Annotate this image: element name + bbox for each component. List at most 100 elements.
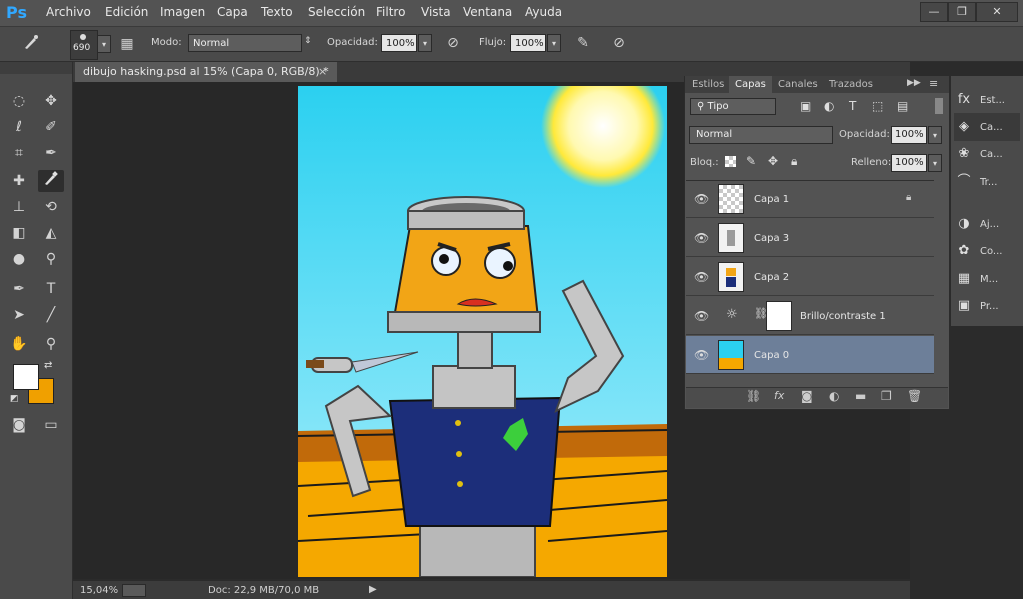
tools-panel-header[interactable] <box>0 62 72 74</box>
pen-tool-icon[interactable]: ✒ <box>6 278 32 300</box>
layer-opacity-dropdown[interactable]: ▾ <box>928 126 942 144</box>
marquee-tool-icon[interactable]: ◌ <box>6 90 32 112</box>
restore-button[interactable]: ❐ <box>948 2 976 22</box>
brush-tool-preset-icon[interactable] <box>20 33 42 55</box>
layer-name[interactable]: Capa 1 <box>754 194 789 205</box>
artwork-canvas[interactable] <box>298 86 667 577</box>
lasso-tool-icon[interactable]: ℓ <box>6 116 32 138</box>
menu-capa[interactable]: Capa <box>217 5 248 19</box>
move-tool-icon[interactable]: ✥ <box>38 90 64 112</box>
lock-image-icon[interactable]: ✎ <box>746 154 756 168</box>
layer-style-fx-icon[interactable]: fx <box>774 389 784 402</box>
dodge-tool-icon[interactable]: ⚲ <box>38 248 64 270</box>
menu-ayuda[interactable]: Ayuda <box>525 5 562 19</box>
fill-input[interactable]: 100% <box>891 154 927 172</box>
close-window-button[interactable]: ✕ <box>976 2 1018 22</box>
filter-toggle[interactable] <box>935 98 943 114</box>
dock-color[interactable]: ✿ Co... <box>954 237 1020 265</box>
layer-name[interactable]: Capa 0 <box>754 350 789 361</box>
tab-trazados[interactable]: Trazados <box>823 76 879 93</box>
menu-seleccion[interactable]: Selección <box>308 5 365 19</box>
pressure-size-icon[interactable]: ⊘ <box>608 32 630 54</box>
add-mask-icon[interactable]: ◙ <box>801 389 813 403</box>
panel-collapse-icon[interactable]: ▶▶ <box>907 78 921 88</box>
layer-name[interactable]: Capa 3 <box>754 233 789 244</box>
visibility-eye-icon[interactable]: 👁︎ <box>694 192 709 206</box>
dock-adjustments[interactable]: ◑ Aj... <box>954 210 1020 238</box>
visibility-eye-icon[interactable]: 👁︎ <box>694 348 709 362</box>
crop-tool-icon[interactable]: ⌗ <box>6 142 32 164</box>
document-tab[interactable]: dibujo hasking.psd al 15% (Capa 0, RGB/8… <box>75 62 337 82</box>
document-close-icon[interactable]: × <box>318 62 334 82</box>
new-layer-icon[interactable]: ❐ <box>881 389 892 403</box>
link-layers-icon[interactable]: ⛓︎ <box>746 389 761 403</box>
layer-row[interactable]: 👁︎ Capa 0 <box>686 336 934 374</box>
menu-archivo[interactable]: Archivo <box>46 5 91 19</box>
new-group-icon[interactable]: ▬ <box>855 389 866 403</box>
swap-colors-icon[interactable]: ⇄ <box>44 360 52 371</box>
visibility-eye-icon[interactable]: 👁︎ <box>694 309 709 323</box>
brush-tool-icon[interactable] <box>38 170 64 192</box>
layer-mask-thumbnail[interactable] <box>766 301 792 331</box>
menu-vista[interactable]: Vista <box>421 5 451 19</box>
delete-layer-icon[interactable]: 🗑︎ <box>907 389 922 403</box>
flow-dropdown[interactable]: ▾ <box>547 34 561 52</box>
blend-mode-select[interactable]: Normal <box>689 126 833 144</box>
menu-ventana[interactable]: Ventana <box>463 5 512 19</box>
layer-name[interactable]: Capa 2 <box>754 272 789 283</box>
dock-paths[interactable]: ⌒ Tr... <box>954 168 1020 196</box>
filter-type-icon[interactable]: T <box>849 99 856 113</box>
pressure-opacity-icon[interactable]: ⊘ <box>442 32 464 54</box>
menu-imagen[interactable]: Imagen <box>160 5 205 19</box>
zoom-tool-icon[interactable]: ⚲ <box>38 333 64 355</box>
filter-smart-object-icon[interactable]: ▤ <box>897 99 908 113</box>
dock-channels[interactable]: ❀ Ca... <box>954 140 1020 168</box>
dock-layers[interactable]: ◈ Ca... <box>954 113 1020 141</box>
status-preview-icon[interactable] <box>122 584 146 597</box>
quick-selection-tool-icon[interactable]: ✐ <box>38 116 64 138</box>
clone-stamp-tool-icon[interactable]: ⊥ <box>6 196 32 218</box>
flow-input[interactable]: 100% <box>510 34 546 52</box>
layer-row[interactable]: 👁︎ Capa 3 <box>686 219 934 257</box>
lock-position-icon[interactable]: ✥ <box>768 154 778 168</box>
tab-estilos[interactable]: Estilos <box>686 76 730 93</box>
layer-row[interactable]: 👁︎ Capa 2 <box>686 258 934 296</box>
dock-styles[interactable]: fx Est... <box>954 86 1020 114</box>
path-selection-tool-icon[interactable]: ➤ <box>6 304 32 326</box>
layer-row[interactable]: 👁︎ ☼ ⛓︎ Brillo/contraste 1 <box>686 297 934 335</box>
layer-row[interactable]: 👁︎ Capa 1 🔒︎ <box>686 180 934 218</box>
brush-panel-toggle-icon[interactable]: ▦ <box>116 33 138 55</box>
menu-texto[interactable]: Texto <box>261 5 293 19</box>
paint-bucket-tool-icon[interactable]: ◭ <box>38 222 64 244</box>
healing-brush-tool-icon[interactable]: ✚ <box>6 170 32 192</box>
menu-edicion[interactable]: Edición <box>105 5 148 19</box>
new-adjustment-layer-icon[interactable]: ◐ <box>829 389 839 403</box>
lock-transparent-icon[interactable] <box>725 156 736 167</box>
blur-tool-icon[interactable]: ● <box>6 248 32 270</box>
dock-properties[interactable]: ▣ Pr... <box>954 292 1020 320</box>
layer-name[interactable]: Brillo/contraste 1 <box>800 311 886 322</box>
filter-pixel-icon[interactable]: ▣ <box>800 99 811 113</box>
eyedropper-tool-icon[interactable]: ✒ <box>38 142 64 164</box>
quick-mask-icon[interactable]: ◙ <box>6 414 32 436</box>
foreground-color-swatch[interactable] <box>13 364 39 390</box>
panel-menu-icon[interactable]: ≡ <box>929 77 938 90</box>
lock-all-icon[interactable]: 🔒︎ <box>791 154 797 169</box>
default-colors-icon[interactable]: ◩ <box>10 394 19 404</box>
brush-picker-dropdown[interactable]: ▾ <box>97 35 111 53</box>
tab-capas[interactable]: Capas <box>729 76 772 93</box>
zoom-readout[interactable]: 15,04% <box>80 585 118 596</box>
filter-adjustment-icon[interactable]: ◐ <box>824 99 834 113</box>
screen-mode-icon[interactable]: ▭ <box>38 414 64 436</box>
type-tool-icon[interactable]: T <box>38 278 64 300</box>
opacity-dropdown[interactable]: ▾ <box>418 34 432 52</box>
dock-swatches[interactable]: ▦ M... <box>954 265 1020 293</box>
brush-size-picker[interactable]: 690 <box>70 30 98 60</box>
menu-filtro[interactable]: Filtro <box>376 5 405 19</box>
opacity-input[interactable]: 100% <box>381 34 417 52</box>
minimize-button[interactable]: — <box>920 2 948 22</box>
fill-dropdown[interactable]: ▾ <box>928 154 942 172</box>
visibility-eye-icon[interactable]: 👁︎ <box>694 231 709 245</box>
airbrush-icon[interactable]: ✎ <box>572 32 594 54</box>
visibility-eye-icon[interactable]: 👁︎ <box>694 270 709 284</box>
